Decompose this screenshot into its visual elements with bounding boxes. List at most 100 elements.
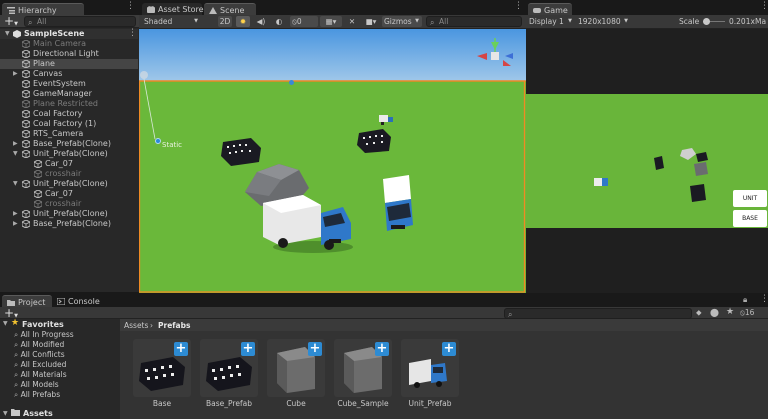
- hierarchy-item[interactable]: ▶ Unit_Prefab(Clone): [0, 209, 138, 219]
- hierarchy-item[interactable]: Directional Light: [0, 49, 138, 59]
- asset-item[interactable]: + Base: [133, 339, 191, 408]
- resolution-dropdown[interactable]: 1920x1080 ▼: [578, 16, 628, 27]
- hierarchy-item[interactable]: ▶ Base_Prefab(Clone): [0, 219, 138, 229]
- scene-viewport[interactable]: Static: [139, 29, 526, 293]
- asset-item-label: Base: [152, 399, 172, 408]
- hierarchy-item[interactable]: Coal Factory (1): [0, 119, 138, 129]
- audio-toggle-icon[interactable]: ◀): [254, 16, 268, 27]
- hierarchy-item[interactable]: Coal Factory: [0, 109, 138, 119]
- breadcrumb-assets[interactable]: Assets: [124, 321, 148, 330]
- collapse-triangle-icon[interactable]: ▶: [13, 219, 18, 229]
- filter-by-type-icon[interactable]: ⬥: [696, 308, 702, 318]
- hierarchy-item[interactable]: ▼ Unit_Prefab(Clone): [0, 149, 138, 159]
- hierarchy-item[interactable]: crosshair: [0, 169, 138, 179]
- assets-folder-label[interactable]: Assets: [23, 409, 53, 418]
- add-prefab-icon[interactable]: +: [308, 342, 322, 356]
- camera-icon[interactable]: ■▾: [362, 16, 380, 27]
- collapse-triangle-icon[interactable]: ▶: [13, 209, 18, 219]
- expand-triangle-icon[interactable]: ▼: [13, 179, 18, 189]
- add-prefab-icon[interactable]: +: [241, 342, 255, 356]
- expand-triangle-icon[interactable]: ▼: [3, 410, 8, 417]
- gameobject-cube-icon: [21, 49, 31, 59]
- maximize-on-play-button[interactable]: Ma: [755, 16, 768, 27]
- distant-unit-object[interactable]: [379, 113, 393, 127]
- filter-by-label-icon[interactable]: ⬤: [710, 308, 719, 317]
- fx-toggle-icon[interactable]: ◐: [272, 16, 286, 27]
- scale-slider-handle[interactable]: [703, 18, 710, 25]
- coal-factory-object-1[interactable]: [357, 127, 393, 157]
- unit-truck-object-2[interactable]: [381, 175, 415, 235]
- hierarchy-item[interactable]: EventSystem: [0, 79, 138, 89]
- asset-item[interactable]: + Unit_Prefab: [401, 339, 459, 408]
- chevron-down-icon: ▼: [415, 18, 419, 24]
- scene-menu-icon[interactable]: ⋮: [514, 1, 523, 11]
- tools-icon[interactable]: ✕: [346, 16, 358, 27]
- hierarchy-item[interactable]: Main Camera: [0, 39, 138, 49]
- search-icon: ⌕: [14, 370, 21, 379]
- gameobject-cube-icon: [21, 79, 31, 89]
- hierarchy-item[interactable]: RTS_Camera: [0, 129, 138, 139]
- hierarchy-item[interactable]: Plane: [0, 59, 138, 69]
- expand-triangle-icon[interactable]: ▼: [3, 320, 8, 327]
- favorites-item[interactable]: ⌕ All Conflicts: [14, 350, 65, 360]
- gameobject-cube-icon: [21, 69, 31, 79]
- favorites-item[interactable]: ⌕ All Materials: [14, 370, 67, 380]
- hierarchy-item-label: Coal Factory: [33, 109, 83, 118]
- add-prefab-icon[interactable]: +: [174, 342, 188, 356]
- prefab-thumbnail: +: [334, 339, 392, 397]
- add-prefab-icon[interactable]: +: [442, 342, 456, 356]
- hierarchy-item-label: Base_Prefab(Clone): [33, 219, 111, 228]
- hierarchy-item[interactable]: GameManager: [0, 89, 138, 99]
- hierarchy-item[interactable]: crosshair: [0, 199, 138, 209]
- project-menu-icon[interactable]: ⋮: [760, 294, 768, 304]
- hierarchy-search-input[interactable]: ⌕ All: [24, 16, 136, 27]
- display-label: Display 1: [529, 17, 564, 26]
- scene-options-icon[interactable]: ⋮: [128, 28, 137, 38]
- asset-item-label: Cube: [286, 399, 306, 408]
- 2d-label: 2D: [219, 17, 231, 26]
- favorites-item-label: All Excluded: [20, 360, 67, 369]
- display-dropdown[interactable]: Display 1 ▼: [529, 16, 573, 27]
- hierarchy-item[interactable]: Plane Restricted: [0, 99, 138, 109]
- game-menu-icon[interactable]: ⋮: [760, 1, 768, 11]
- favorites-item[interactable]: ⌕ All Models: [14, 380, 59, 390]
- scene-root-row[interactable]: ▼ SampleScene ⋮: [0, 28, 138, 39]
- scene-visibility-button[interactable]: ⦸0: [290, 16, 318, 27]
- favorites-item-label: All Models: [20, 380, 59, 389]
- collapse-triangle-icon[interactable]: ▶: [13, 139, 18, 149]
- expand-triangle-icon[interactable]: ▼: [13, 149, 18, 159]
- hidden-packages-toggle[interactable]: ⦸16: [740, 308, 754, 318]
- hierarchy-item[interactable]: Car_07: [0, 159, 138, 169]
- gizmos-dropdown[interactable]: Gizmos ▼: [382, 16, 422, 27]
- shading-mode-dropdown[interactable]: Shaded ▼: [142, 16, 202, 27]
- hierarchy-item[interactable]: ▶ Base_Prefab(Clone): [0, 139, 138, 149]
- add-prefab-icon[interactable]: +: [375, 342, 389, 356]
- favorite-star-icon[interactable]: ★: [726, 307, 734, 317]
- unit-truck-object[interactable]: [263, 193, 355, 255]
- grid-toggle-icon[interactable]: ▦▾: [320, 16, 342, 27]
- breadcrumb-prefabs[interactable]: Prefabs: [158, 321, 190, 330]
- collapse-triangle-icon[interactable]: ▶: [13, 69, 18, 79]
- favorites-item[interactable]: ⌕ All Modified: [14, 340, 64, 350]
- scene-search-input[interactable]: ⌕ All: [426, 16, 522, 27]
- hierarchy-item[interactable]: Car_07: [0, 189, 138, 199]
- orientation-gizmo-icon[interactable]: [473, 34, 523, 76]
- hierarchy-menu-icon[interactable]: ⋮: [126, 1, 135, 11]
- unit-button[interactable]: UNIT: [733, 190, 767, 207]
- asset-item[interactable]: + Cube: [267, 339, 325, 408]
- asset-item[interactable]: + Base_Prefab: [200, 339, 258, 408]
- favorites-item[interactable]: ⌕ All In Progress: [14, 330, 74, 340]
- chevron-down-icon: ▼: [14, 21, 18, 27]
- lock-icon[interactable]: 🔒︎: [743, 295, 747, 305]
- hierarchy-item[interactable]: ▶ Canvas: [0, 69, 138, 79]
- project-search-input[interactable]: ⌕: [504, 308, 692, 319]
- base-button[interactable]: BASE: [733, 210, 767, 227]
- lighting-toggle-icon[interactable]: ✹: [236, 16, 250, 27]
- hierarchy-item[interactable]: ▼ Unit_Prefab(Clone): [0, 179, 138, 189]
- favorites-item[interactable]: ⌕ All Excluded: [14, 360, 66, 370]
- hierarchy-add-button[interactable]: +▼: [4, 14, 18, 28]
- asset-item[interactable]: + Cube_Sample: [334, 339, 392, 408]
- game-viewport[interactable]: UNIT BASE: [526, 94, 768, 228]
- favorites-item[interactable]: ⌕ All Prefabs: [14, 390, 60, 400]
- 2d-toggle-button[interactable]: 2D: [218, 16, 232, 27]
